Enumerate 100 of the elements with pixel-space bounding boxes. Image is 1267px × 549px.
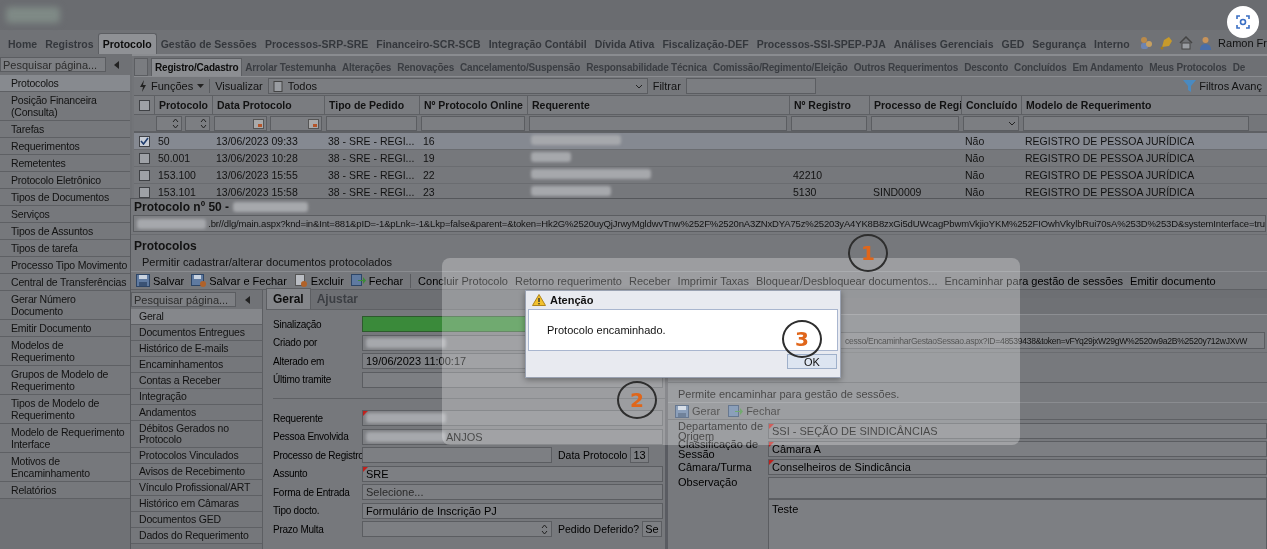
menu-tab[interactable]: Processos-SRP-SRE — [260, 34, 373, 54]
sidebar-item[interactable]: Serviços — [0, 206, 130, 223]
sidebar-item[interactable]: Tipos de tarefa — [0, 240, 130, 257]
user-name[interactable]: Ramon Fr — [1218, 37, 1267, 49]
date-filter-field[interactable] — [214, 116, 267, 131]
nav-item[interactable]: Avisos de Recebimento — [131, 464, 262, 480]
column-header[interactable]: Tipo de Pedido — [324, 96, 419, 114]
input-field[interactable]: Formulário de Inscrição PJ — [362, 502, 663, 519]
sidebar-item[interactable]: Central de Transferências — [0, 274, 130, 291]
collapse-icon[interactable] — [244, 294, 252, 305]
toolbar-button[interactable]: Salvar e Fechar — [191, 274, 287, 287]
nav-item[interactable]: Contas a Receber — [131, 373, 262, 389]
sidebar-item[interactable]: Processo Tipo Movimento — [0, 257, 130, 274]
sidebar-item[interactable]: Posição Financeira (Consulta) — [0, 92, 130, 121]
input-field[interactable]: Se — [642, 521, 662, 538]
functions-menu[interactable]: Funções — [139, 80, 205, 92]
people-icon[interactable] — [1139, 36, 1154, 50]
number-field[interactable] — [362, 521, 552, 538]
number-filter-field[interactable] — [184, 116, 210, 131]
filter-field[interactable] — [1023, 116, 1249, 131]
column-header[interactable]: Modelo de Requerimento — [1021, 96, 1251, 114]
input-field[interactable]: SSI - SEÇÃO DE SINDICÂNCIAS — [768, 423, 1267, 439]
input-field[interactable] — [362, 410, 663, 427]
menu-tab[interactable]: Segurança — [1028, 34, 1091, 54]
sidebar-item[interactable]: Modelo de Requerimento Interface — [0, 424, 130, 453]
row-checkbox[interactable] — [138, 152, 150, 164]
nav-item[interactable]: Documentos Entregues — [131, 325, 262, 341]
toolbar-button[interactable]: Encaminhar para gestão de sessões — [944, 274, 1124, 287]
search-field[interactable]: Pesquisar página... — [0, 57, 106, 72]
toolbar-button[interactable]: Emitir documento — [1130, 274, 1216, 287]
input-field[interactable]: SRE — [362, 465, 663, 482]
column-header[interactable]: Concluído — [961, 96, 1021, 114]
sidebar-item[interactable]: Protocolos — [0, 75, 130, 92]
menu-tab[interactable]: Processos-SSI-SPEP-PJA — [752, 34, 890, 54]
menu-tab[interactable]: Registros — [41, 34, 98, 54]
filter-field[interactable] — [421, 116, 525, 131]
menu-tab[interactable]: Gestão de Sessões — [156, 34, 261, 54]
menu-tab[interactable]: Financeiro-SCR-SCB — [372, 34, 485, 54]
column-header[interactable]: Protocolo — [154, 96, 212, 114]
row-checkbox[interactable] — [138, 186, 150, 198]
select-field[interactable]: Selecione... — [362, 484, 663, 501]
sidebar-item[interactable]: Grupos de Modelo de Requerimento — [0, 366, 130, 395]
sidebar-item[interactable]: Motivos de Encaminhamento — [0, 453, 130, 482]
sidebar-item[interactable]: Protocolo Eletrônico — [0, 172, 130, 189]
sidebar-item[interactable]: Relatórios — [0, 482, 130, 499]
menu-tab[interactable]: Integração Contábil — [484, 34, 591, 54]
column-header[interactable]: Nº Protocolo Online — [419, 96, 527, 114]
sidebar-item[interactable]: Modelos de Requerimento — [0, 337, 130, 366]
sidebar-item[interactable]: Tarefas — [0, 121, 130, 138]
toolbar-button[interactable]: Bloquear/Desbloquear documentos... — [755, 274, 938, 287]
input-field[interactable] — [362, 447, 552, 464]
toolbar-button[interactable]: Fechar — [728, 404, 781, 418]
menu-tab[interactable]: Fiscalização-DEF — [658, 34, 753, 54]
nav-item[interactable]: Integração — [131, 389, 262, 405]
nav-item[interactable]: Protocolos Vinculados — [131, 448, 262, 464]
column-header[interactable]: Nº Registro — [789, 96, 869, 114]
menu-tab[interactable]: Protocolo — [97, 33, 157, 54]
toolbar-button[interactable]: Concluir Protocolo — [418, 274, 508, 287]
input-field[interactable]: 13 — [630, 447, 649, 464]
screenshot-lens-icon[interactable] — [1227, 6, 1259, 38]
toolbar-button[interactable]: Gerar — [675, 404, 721, 418]
menu-tab[interactable]: Dívida Ativa — [590, 34, 659, 54]
nav-item[interactable]: Documentos GED — [131, 512, 262, 528]
nav-item[interactable]: Encaminhamentos — [131, 357, 262, 373]
search-field[interactable]: Pesquisar página... — [131, 292, 236, 307]
select-all-checkbox[interactable] — [138, 99, 150, 111]
user-icon[interactable] — [1199, 36, 1213, 50]
spinner-icon[interactable] — [200, 118, 207, 129]
number-filter-field[interactable] — [156, 116, 182, 131]
toolbar-button[interactable]: Receber — [629, 274, 671, 287]
toolbar-button[interactable]: Imprimir Taxas — [677, 274, 749, 287]
input-field[interactable]: Câmara A — [768, 441, 1267, 457]
sidebar-item[interactable]: Tipos de Modelo de Requerimento — [0, 395, 130, 424]
input-field[interactable]: ANJOS — [362, 428, 663, 445]
menu-tab[interactable]: Análises Gerenciais — [889, 34, 998, 54]
menu-tab[interactable]: GED — [997, 34, 1029, 54]
nav-item[interactable]: Dados do Requerimento — [131, 528, 262, 544]
sidebar-item[interactable]: Gerar Número Documento — [0, 291, 130, 320]
calendar-icon[interactable] — [252, 118, 264, 129]
filter-field[interactable] — [791, 116, 867, 131]
column-header[interactable]: Processo de Regi — [869, 96, 961, 114]
filter-field[interactable] — [871, 116, 959, 131]
calendar-icon[interactable] — [308, 118, 319, 129]
nav-item[interactable]: Vínculo Profissional/ART — [131, 480, 262, 496]
home-icon[interactable] — [1179, 36, 1194, 50]
column-header[interactable]: Requerente — [527, 96, 789, 114]
column-header[interactable]: Data Protocolo — [212, 96, 324, 114]
sidebar-item[interactable]: Requerimentos — [0, 138, 130, 155]
input-field[interactable]: Conselheiros de Sindicância — [768, 459, 1267, 475]
view-dropdown[interactable]: Todos — [267, 78, 648, 94]
nav-item[interactable]: Histórico de E-mails — [131, 341, 262, 357]
nav-item[interactable]: Geral — [131, 309, 262, 325]
menu-tab[interactable]: Home — [4, 34, 42, 54]
toolbar-button[interactable]: Salvar — [136, 274, 185, 287]
sub-tab[interactable]: Registro/Cadastro — [151, 58, 243, 76]
menu-tab[interactable]: Interno — [1090, 34, 1134, 54]
sidebar-item[interactable]: Tipos de Assuntos — [0, 223, 130, 240]
sidebar-item[interactable]: Emitir Documento — [0, 320, 130, 337]
form-tab[interactable]: Geral — [266, 288, 311, 309]
filter-field[interactable] — [685, 78, 816, 94]
